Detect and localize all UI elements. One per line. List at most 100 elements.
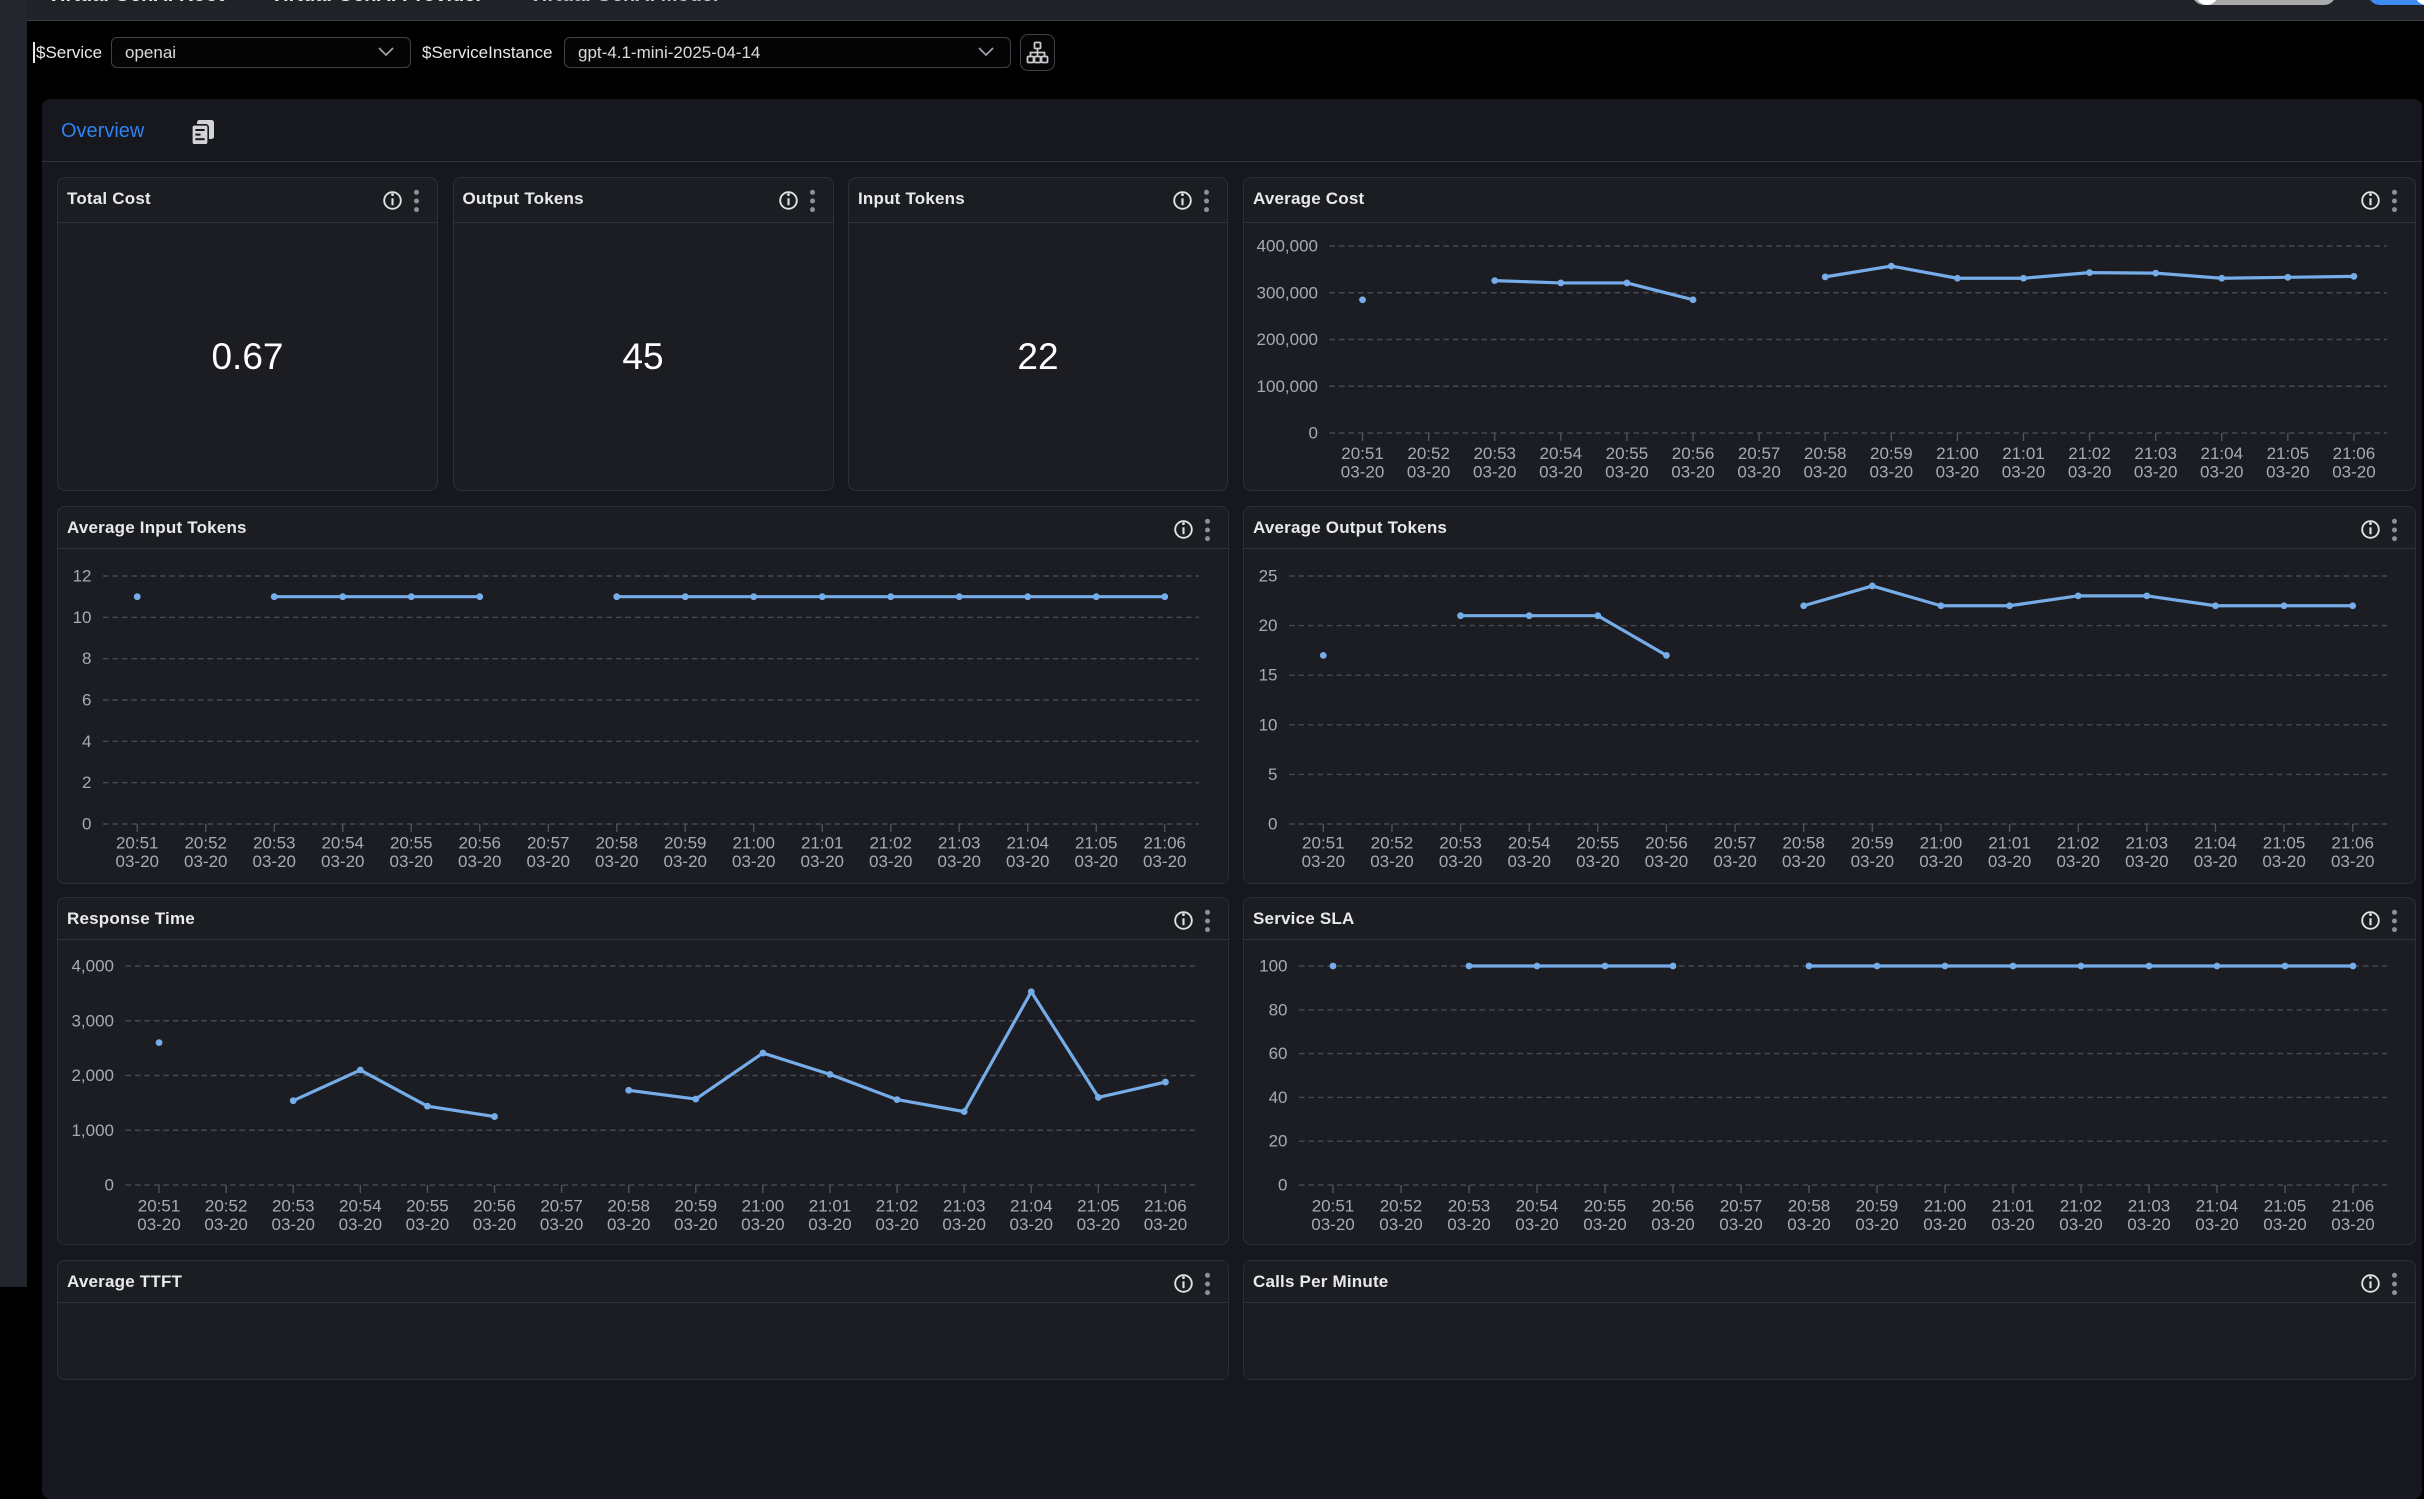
svg-text:03-20: 03-20 (2262, 852, 2305, 871)
svg-text:20:57: 20:57 (527, 834, 570, 853)
svg-text:03-20: 03-20 (1077, 1215, 1120, 1234)
svg-text:400,000: 400,000 (1257, 237, 1318, 256)
svg-text:20:57: 20:57 (1714, 834, 1757, 853)
svg-text:21:06: 21:06 (2333, 444, 2376, 463)
svg-text:03-20: 03-20 (1507, 852, 1550, 871)
svg-text:03-20: 03-20 (2056, 852, 2099, 871)
svg-text:20:52: 20:52 (1371, 834, 1414, 853)
svg-text:03-20: 03-20 (271, 1215, 314, 1234)
svg-text:03-20: 03-20 (1143, 852, 1186, 871)
svg-text:20:59: 20:59 (1856, 1197, 1899, 1216)
svg-text:20:56: 20:56 (458, 834, 501, 853)
svg-text:0: 0 (82, 815, 91, 834)
svg-text:03-20: 03-20 (1923, 1215, 1966, 1234)
svg-text:6: 6 (82, 691, 91, 710)
svg-text:03-20: 03-20 (1737, 463, 1780, 482)
svg-text:03-20: 03-20 (1671, 463, 1714, 482)
svg-text:03-20: 03-20 (607, 1215, 650, 1234)
svg-text:20:56: 20:56 (1645, 834, 1688, 853)
svg-text:20:52: 20:52 (205, 1197, 248, 1216)
svg-text:2,000: 2,000 (71, 1066, 114, 1085)
svg-text:03-20: 03-20 (1302, 852, 1345, 871)
svg-text:03-20: 03-20 (1803, 463, 1846, 482)
svg-text:03-20: 03-20 (1605, 463, 1648, 482)
svg-text:21:02: 21:02 (2068, 444, 2111, 463)
svg-text:03-20: 03-20 (184, 852, 227, 871)
svg-text:21:05: 21:05 (2267, 444, 2310, 463)
svg-text:03-20: 03-20 (1936, 463, 1979, 482)
svg-text:03-20: 03-20 (1144, 1215, 1187, 1234)
svg-text:03-20: 03-20 (2195, 1215, 2238, 1234)
svg-text:21:06: 21:06 (2332, 1197, 2375, 1216)
svg-text:2: 2 (82, 773, 91, 792)
svg-text:20: 20 (1259, 616, 1278, 635)
svg-text:03-20: 03-20 (664, 852, 707, 871)
svg-text:03-20: 03-20 (1075, 852, 1118, 871)
svg-text:03-20: 03-20 (2331, 1215, 2374, 1234)
svg-text:21:04: 21:04 (2196, 1197, 2239, 1216)
svg-text:20:51: 20:51 (1341, 444, 1384, 463)
svg-text:03-20: 03-20 (808, 1215, 851, 1234)
svg-text:03-20: 03-20 (1539, 463, 1582, 482)
svg-text:21:05: 21:05 (1077, 1197, 1120, 1216)
svg-text:20:54: 20:54 (1516, 1197, 1559, 1216)
svg-text:300,000: 300,000 (1257, 283, 1318, 302)
svg-text:03-20: 03-20 (1006, 852, 1049, 871)
svg-text:03-20: 03-20 (2200, 463, 2243, 482)
svg-text:03-20: 03-20 (321, 852, 364, 871)
svg-text:40: 40 (1269, 1088, 1288, 1107)
svg-text:80: 80 (1269, 1000, 1288, 1019)
svg-text:20:51: 20:51 (138, 1197, 181, 1216)
svg-text:21:04: 21:04 (2194, 834, 2237, 853)
svg-text:20:57: 20:57 (1720, 1197, 1763, 1216)
svg-text:20:56: 20:56 (473, 1197, 516, 1216)
svg-text:20:53: 20:53 (272, 1197, 315, 1216)
svg-text:20:56: 20:56 (1672, 444, 1715, 463)
svg-text:20:54: 20:54 (321, 834, 364, 853)
svg-text:20:55: 20:55 (1577, 834, 1620, 853)
svg-text:21:02: 21:02 (869, 834, 912, 853)
svg-text:20:59: 20:59 (1870, 444, 1913, 463)
svg-text:03-20: 03-20 (204, 1215, 247, 1234)
svg-text:03-20: 03-20 (801, 852, 844, 871)
svg-text:21:03: 21:03 (2134, 444, 2177, 463)
svg-text:03-20: 03-20 (390, 852, 433, 871)
svg-text:03-20: 03-20 (1645, 852, 1688, 871)
svg-text:03-20: 03-20 (595, 852, 638, 871)
svg-text:03-20: 03-20 (1919, 852, 1962, 871)
svg-text:03-20: 03-20 (1851, 852, 1894, 871)
svg-text:03-20: 03-20 (1988, 852, 2031, 871)
svg-text:03-20: 03-20 (1010, 1215, 1053, 1234)
svg-text:21:05: 21:05 (2263, 834, 2306, 853)
svg-text:20:52: 20:52 (1407, 444, 1450, 463)
svg-text:03-20: 03-20 (732, 852, 775, 871)
svg-text:03-20: 03-20 (1439, 852, 1482, 871)
svg-text:21:04: 21:04 (2200, 444, 2243, 463)
svg-text:20:51: 20:51 (1302, 834, 1345, 853)
svg-text:0: 0 (1268, 815, 1277, 834)
svg-text:03-20: 03-20 (2059, 1215, 2102, 1234)
svg-text:0: 0 (1278, 1176, 1287, 1195)
svg-text:03-20: 03-20 (253, 852, 296, 871)
svg-text:60: 60 (1269, 1044, 1288, 1063)
svg-text:03-20: 03-20 (1991, 1215, 2034, 1234)
svg-text:4,000: 4,000 (71, 957, 114, 976)
svg-text:03-20: 03-20 (1473, 463, 1516, 482)
svg-text:0: 0 (105, 1176, 114, 1195)
svg-text:21:03: 21:03 (943, 1197, 986, 1216)
svg-text:03-20: 03-20 (2194, 852, 2237, 871)
svg-text:21:00: 21:00 (1920, 834, 1963, 853)
svg-text:03-20: 03-20 (741, 1215, 784, 1234)
svg-text:03-20: 03-20 (869, 852, 912, 871)
svg-text:3,000: 3,000 (71, 1011, 114, 1030)
svg-text:03-20: 03-20 (1407, 463, 1450, 482)
svg-text:4: 4 (82, 732, 91, 751)
svg-text:03-20: 03-20 (339, 1215, 382, 1234)
svg-text:20:55: 20:55 (1606, 444, 1649, 463)
svg-text:10: 10 (73, 608, 92, 627)
svg-text:21:01: 21:01 (801, 834, 844, 853)
svg-text:20:58: 20:58 (1782, 834, 1825, 853)
svg-text:20:52: 20:52 (184, 834, 227, 853)
svg-text:20:54: 20:54 (1540, 444, 1583, 463)
svg-text:20:58: 20:58 (1804, 444, 1847, 463)
